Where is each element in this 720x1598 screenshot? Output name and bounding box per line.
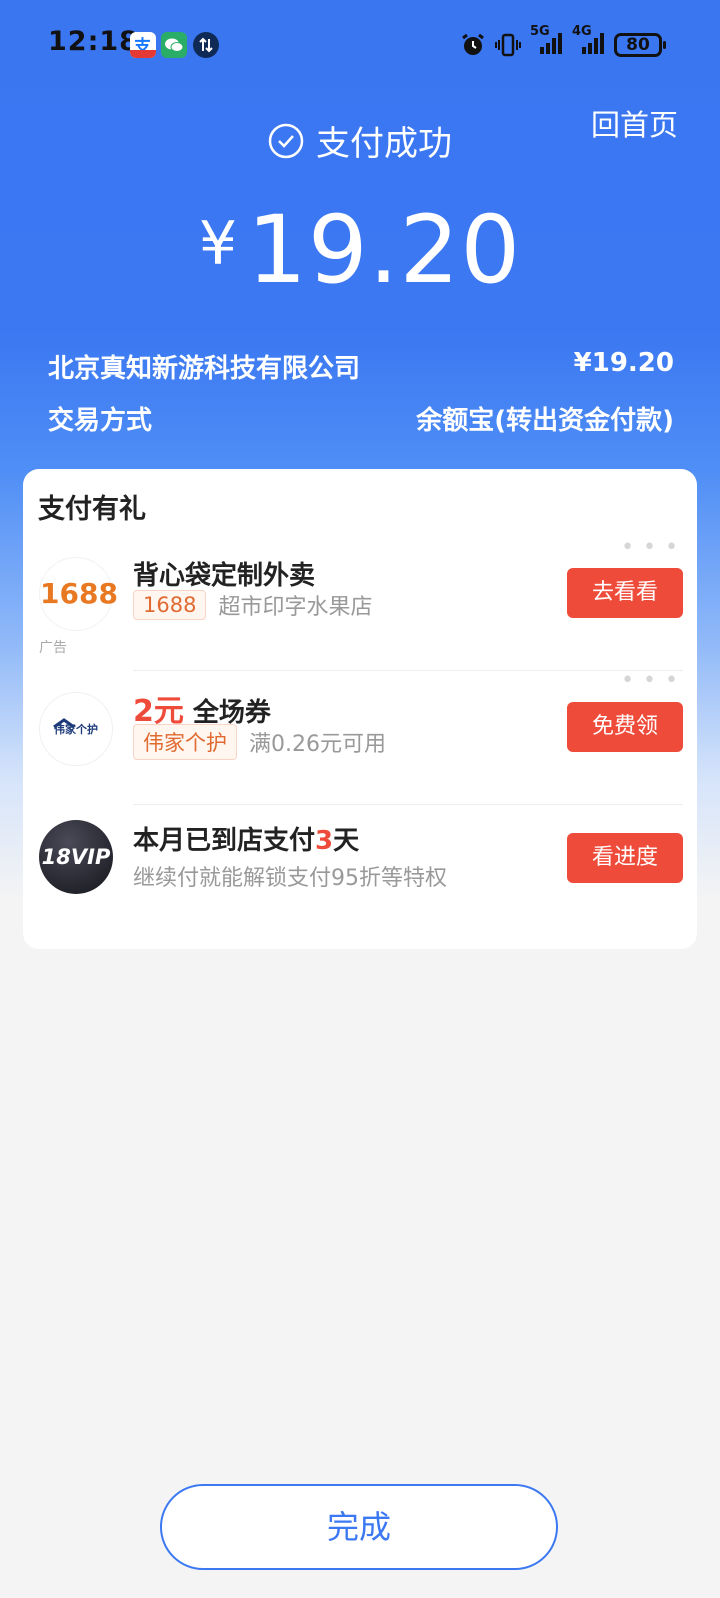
alipay-notification-icon: 支 [130, 32, 156, 58]
item-desc: 超市印字水果店 [218, 595, 373, 620]
go-see-button[interactable]: 去看看 [567, 568, 683, 618]
signal-5g-icon: 5G [530, 24, 564, 60]
days-count: 3 [315, 826, 334, 856]
logo-18vip: 18VIP [39, 820, 113, 894]
status-bar: 12:18 支 5G 4G 80 [0, 22, 720, 66]
data-transfer-icon [193, 32, 219, 58]
alarm-icon [462, 33, 484, 55]
success-status: 支付成功 [0, 116, 720, 165]
status-icons: 5G 4G 80 [460, 24, 666, 60]
merchant-amount: ¥19.20 [573, 348, 674, 378]
method-label: 交易方式 [48, 406, 153, 436]
divider [133, 804, 683, 805]
status-time: 12:18 [48, 26, 139, 57]
item-subtitle: 继续付就能解锁支付95折等特权 [133, 860, 447, 892]
logo-1688: 1688 [39, 557, 118, 631]
item-title: 本月已到店支付3天 [133, 820, 359, 857]
more-options-icon[interactable]: • • • [621, 668, 679, 693]
currency-symbol: ¥ [198, 209, 238, 279]
item-subtitle: 伟家个护 满0.26元可用 [133, 724, 386, 760]
ad-label: 广告 [39, 640, 67, 656]
gift-item-coupon[interactable]: • • • 伟家个护 2元 全场券 伟家个护 满0.26元可用 免费领 [23, 668, 697, 807]
item-tag: 伟家个护 [133, 724, 237, 760]
signal-4g-icon: 4G [572, 24, 606, 60]
item-tag: 1688 [133, 590, 207, 620]
battery-icon: 80 [614, 33, 666, 57]
title-post: 天 [333, 826, 360, 856]
method-value: 余额宝(转出资金付款) [416, 406, 674, 436]
check-circle-icon [268, 123, 304, 158]
item-desc: 满0.26元可用 [249, 732, 386, 757]
payment-gift-card: 支付有礼 • • • 1688 广告 背心袋定制外卖 1688 超市印字水果店 … [23, 469, 697, 949]
logo-text: 伟家个护 [54, 723, 98, 736]
divider [133, 670, 683, 671]
more-options-icon[interactable]: • • • [621, 535, 679, 560]
view-progress-button[interactable]: 看进度 [567, 833, 683, 883]
item-subtitle: 1688 超市印字水果店 [133, 589, 372, 621]
card-title: 支付有礼 [38, 494, 146, 525]
logo-weijia: 伟家个护 [39, 692, 113, 766]
item-desc: 继续付就能解锁支付95折等特权 [133, 866, 447, 891]
item-title: 背心袋定制外卖 [133, 561, 316, 591]
done-button[interactable]: 完成 [160, 1484, 558, 1570]
vibrate-icon [495, 33, 521, 57]
success-text: 支付成功 [316, 124, 452, 164]
claim-free-button[interactable]: 免费领 [567, 702, 683, 752]
payment-amount: ¥19.20 [0, 196, 720, 305]
merchant-row: 北京真知新游科技有限公司 ¥19.20 [48, 348, 674, 385]
merchant-name: 北京真知新游科技有限公司 [48, 354, 361, 384]
amount-value: 19.20 [247, 196, 522, 305]
gift-item-1688[interactable]: • • • 1688 广告 背心袋定制外卖 1688 超市印字水果店 去看看 [23, 535, 697, 674]
title-pre: 本月已到店支付 [133, 826, 316, 856]
payment-method-row: 交易方式 余额宝(转出资金付款) [48, 400, 674, 437]
gift-item-vip[interactable]: 18VIP 本月已到店支付3天 继续付就能解锁支付95折等特权 看进度 [23, 806, 697, 941]
wechat-notification-icon [161, 32, 187, 58]
